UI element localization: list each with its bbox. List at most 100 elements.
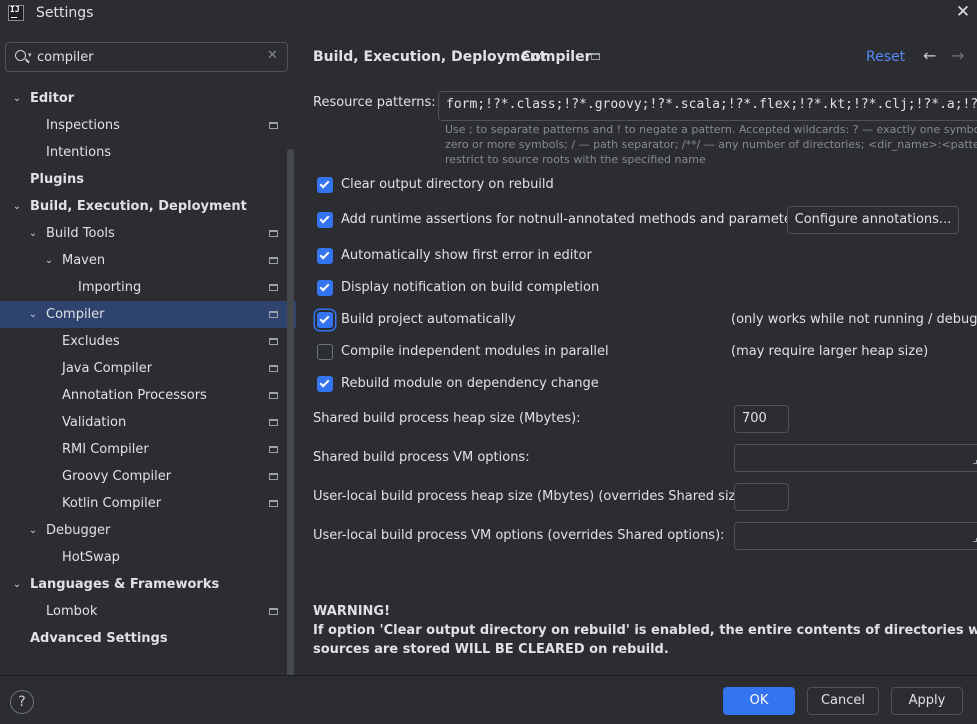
tree-item-intentions[interactable]: Intentions xyxy=(0,139,296,166)
tree-item-languages-frameworks[interactable]: ⌄ Languages & Frameworks xyxy=(0,571,296,598)
tree-item-advanced-settings[interactable]: Advanced Settings xyxy=(0,625,296,652)
resource-patterns-input[interactable]: form;!?*.class;!?*.groovy;!?*.scala;!?*.… xyxy=(438,91,977,121)
settings-search-input[interactable] xyxy=(37,47,262,67)
tree-item-rmi-compiler[interactable]: RMI Compiler xyxy=(0,436,296,463)
project-scope-icon xyxy=(269,608,278,615)
tree-item-annotation-processors[interactable]: Annotation Processors xyxy=(0,382,296,409)
close-icon[interactable]: ✕ xyxy=(954,3,972,21)
chevron-down-icon[interactable]: ⌄ xyxy=(10,85,24,112)
tree-item-label: Java Compiler xyxy=(62,361,153,376)
configure-annotations-button[interactable]: Configure annotations... xyxy=(787,206,959,234)
tree-item-label: HotSwap xyxy=(62,550,120,565)
clear-output-checkbox[interactable] xyxy=(317,177,333,193)
project-scope-icon xyxy=(269,419,278,426)
build-automatically-label: Build project automatically xyxy=(341,312,516,327)
tree-item-kotlin-compiler[interactable]: Kotlin Compiler xyxy=(0,490,296,517)
search-icon xyxy=(15,50,26,61)
tree-item-label: Excludes xyxy=(62,334,120,349)
show-first-error-checkbox[interactable] xyxy=(317,248,333,264)
dialog-footer: ? OK Cancel Apply xyxy=(0,675,977,724)
local-heap-size-label: User-local build process heap size (Mbyt… xyxy=(313,489,753,504)
tree-item-debugger[interactable]: ⌄ Debugger xyxy=(0,517,296,544)
tree-item-label: Importing xyxy=(78,280,142,295)
expand-field-icon[interactable] xyxy=(973,460,977,464)
breadcrumb-separator: › xyxy=(505,48,511,64)
tree-item-build-execution-deployment[interactable]: ⌄ Build, Execution, Deployment xyxy=(0,193,296,220)
rebuild-on-dependency-checkbox[interactable] xyxy=(317,376,333,392)
help-icon[interactable]: ? xyxy=(10,690,34,714)
apply-button[interactable]: Apply xyxy=(891,687,963,715)
resource-patterns-hint: Use ; to separate patterns and ! to nega… xyxy=(445,123,977,136)
tree-item-label: RMI Compiler xyxy=(62,442,149,457)
parallel-compile-checkbox[interactable] xyxy=(317,344,333,360)
local-heap-size-input[interactable] xyxy=(734,483,789,511)
compiler-settings-pane: Build, Execution, Deployment › Compiler … xyxy=(296,28,977,675)
tree-item-label: Editor xyxy=(30,91,75,106)
warning-text: If option 'Clear output directory on reb… xyxy=(313,623,977,638)
tree-item-label: Inspections xyxy=(46,118,120,133)
breadcrumb-parent[interactable]: Build, Execution, Deployment xyxy=(313,49,547,65)
tree-item-label: Compiler xyxy=(46,307,105,322)
reset-link[interactable]: Reset xyxy=(866,49,905,65)
tree-item-label: Advanced Settings xyxy=(30,631,168,646)
tree-item-label: Annotation Processors xyxy=(62,388,207,403)
expand-field-icon[interactable] xyxy=(973,538,977,542)
search-history-chevron-icon[interactable]: ▾ xyxy=(28,51,32,59)
tree-item-inspections[interactable]: Inspections xyxy=(0,112,296,139)
build-automatically-checkbox[interactable] xyxy=(317,312,333,328)
runtime-assertions-label: Add runtime assertions for notnull-annot… xyxy=(341,212,805,227)
intellij-app-icon: IJ xyxy=(8,5,24,21)
sidebar-scrollbar[interactable] xyxy=(287,149,294,681)
project-scope-icon xyxy=(269,311,278,318)
tree-item-lombok[interactable]: Lombok xyxy=(0,598,296,625)
window-title: Settings xyxy=(36,5,94,21)
tree-item-groovy-compiler[interactable]: Groovy Compiler xyxy=(0,463,296,490)
settings-search-box[interactable]: ▾ ✕ xyxy=(5,42,288,72)
chevron-down-icon[interactable]: ⌄ xyxy=(10,571,24,598)
tree-item-java-compiler[interactable]: Java Compiler xyxy=(0,355,296,382)
ok-button[interactable]: OK xyxy=(723,687,795,715)
tree-item-label: Lombok xyxy=(46,604,98,619)
forward-arrow-icon[interactable]: → xyxy=(951,46,964,65)
tree-item-label: Plugins xyxy=(30,172,84,187)
build-automatically-note: (only works while not running / debuggin… xyxy=(731,312,977,327)
tree-item-hotswap[interactable]: HotSwap xyxy=(0,544,296,571)
tree-item-editor[interactable]: ⌄ Editor xyxy=(0,85,296,112)
heap-size-input[interactable]: 700 xyxy=(734,405,789,433)
settings-sidebar: ▾ ✕ ⌄ Editor Inspections Intentions Plug… xyxy=(0,28,296,681)
tree-item-label: Groovy Compiler xyxy=(62,469,172,484)
tree-item-maven[interactable]: ⌄ Maven xyxy=(0,247,296,274)
project-scope-icon xyxy=(269,284,278,291)
tree-item-build-tools[interactable]: ⌄ Build Tools xyxy=(0,220,296,247)
parallel-compile-note: (may require larger heap size) xyxy=(731,344,929,359)
cancel-button[interactable]: Cancel xyxy=(807,687,879,715)
build-notification-label: Display notification on build completion xyxy=(341,280,600,295)
chevron-down-icon[interactable]: ⌄ xyxy=(26,220,40,247)
tree-item-importing[interactable]: Importing xyxy=(0,274,296,301)
heap-size-label: Shared build process heap size (Mbytes): xyxy=(313,411,581,426)
chevron-down-icon[interactable]: ⌄ xyxy=(26,301,40,328)
runtime-assertions-checkbox[interactable] xyxy=(317,212,333,228)
tree-item-excludes[interactable]: Excludes xyxy=(0,328,296,355)
tree-item-validation[interactable]: Validation xyxy=(0,409,296,436)
vm-options-input[interactable] xyxy=(734,444,977,472)
tree-item-plugins[interactable]: Plugins xyxy=(0,166,296,193)
chevron-down-icon[interactable]: ⌄ xyxy=(42,247,56,274)
project-scope-icon xyxy=(269,500,278,507)
tree-item-label: Build, Execution, Deployment xyxy=(30,199,247,214)
chevron-down-icon[interactable]: ⌄ xyxy=(10,193,24,220)
resource-patterns-label: Resource patterns: xyxy=(313,95,436,110)
breadcrumb-current: Compiler xyxy=(521,49,592,65)
local-vm-options-input[interactable] xyxy=(734,522,977,550)
warning-text: sources are stored WILL BE CLEARED on re… xyxy=(313,642,669,657)
clear-search-icon[interactable]: ✕ xyxy=(267,48,278,63)
build-notification-checkbox[interactable] xyxy=(317,280,333,296)
tree-item-compiler[interactable]: ⌄ Compiler xyxy=(0,301,296,328)
back-arrow-icon[interactable]: ← xyxy=(923,46,936,65)
chevron-down-icon[interactable]: ⌄ xyxy=(26,517,40,544)
project-scope-icon xyxy=(269,122,278,129)
tree-item-label: Kotlin Compiler xyxy=(62,496,162,511)
local-vm-options-label: User-local build process VM options (ove… xyxy=(313,528,725,543)
tree-item-label: Debugger xyxy=(46,523,111,538)
vm-options-label: Shared build process VM options: xyxy=(313,450,530,465)
